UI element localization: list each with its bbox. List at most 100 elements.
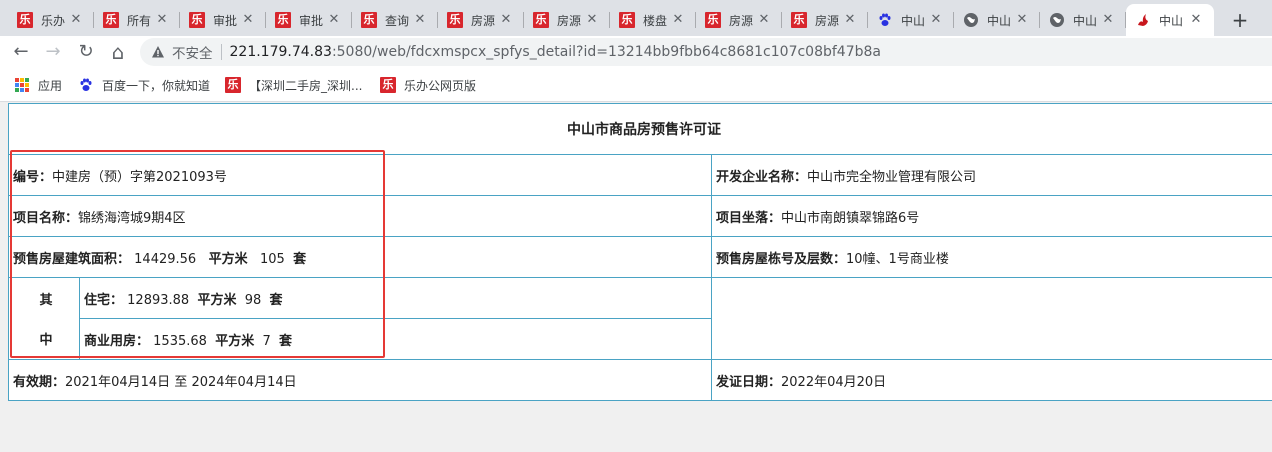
close-icon[interactable]: ✕ — [842, 12, 858, 28]
empty-cell-right — [711, 277, 1272, 319]
issue-date-value: 2022年04月20日 — [781, 374, 887, 390]
browser-tab[interactable]: 乐查询 ✕ — [352, 4, 438, 36]
close-icon[interactable]: ✕ — [1188, 12, 1204, 28]
validity-value: 2021年04月14日 至 2024年04月14日 — [65, 374, 297, 390]
browser-tab[interactable]: 中山 ✕ — [1040, 4, 1126, 36]
tab-title: 审批 — [299, 13, 324, 28]
buildings-cell: 预售房屋栋号及层数：10幢、1号商业楼 — [711, 236, 1272, 278]
browser-tab[interactable]: 乐房源 ✕ — [438, 4, 524, 36]
address-bar[interactable]: 不安全 221.179.74.83:5080/web/fdcxmspcx_spf… — [140, 38, 1272, 66]
tab-title: 查询 — [385, 13, 410, 28]
presale-area-label: 预售房屋建筑面积： — [13, 251, 131, 267]
close-icon[interactable]: ✕ — [1014, 12, 1030, 28]
close-icon[interactable]: ✕ — [928, 12, 944, 28]
close-icon[interactable]: ✕ — [240, 12, 256, 28]
project-name-label: 项目名称： — [13, 210, 79, 226]
residential-cell: 住宅： 12893.88 平方米 98 套 — [79, 277, 712, 319]
validity-label: 有效期： — [13, 374, 66, 390]
browser-tab[interactable]: 乐房源 ✕ — [782, 4, 868, 36]
browser-tab[interactable]: 乐乐办 ✕ — [8, 4, 94, 36]
bookmarks-bar: 应用 百度一下，你就知道 乐 【深圳二手房_深圳... 乐 乐办公网页版 — [0, 68, 1272, 102]
url-text[interactable]: 221.179.74.83:5080/web/fdcxmspcx_spfys_d… — [230, 44, 882, 60]
le-icon: 乐 — [103, 12, 119, 28]
commercial-unit: 平方米 — [215, 333, 255, 349]
browser-tab[interactable]: 乐所有 ✕ — [94, 4, 180, 36]
browser-tab[interactable]: 乐房源 ✕ — [696, 4, 782, 36]
browser-tab-strip: 乐乐办 ✕ 乐所有 ✕ 乐审批 ✕ 乐审批 ✕ 乐查询 ✕ 乐房源 ✕ 乐房源 ✕ 乐楼盘 ✕ 乐房源 ✕ 乐房源 ✕… — [0, 0, 1272, 36]
url-path: :5080/web/fdcxmspcx_spfys_detail?id=1321… — [331, 44, 881, 60]
bookmark-shenzhen[interactable]: 乐 【深圳二手房_深圳... — [225, 76, 362, 94]
developer-value: 中山市完全物业管理有限公司 — [807, 169, 977, 185]
back-button[interactable]: ← — [8, 39, 34, 65]
paw-icon — [78, 77, 94, 93]
residential-label: 住宅： — [84, 292, 124, 308]
browser-tab[interactable]: 中山 ✕ — [868, 4, 954, 36]
tab-title: 房源 — [815, 13, 840, 28]
reload-button[interactable]: ↻ — [73, 39, 99, 65]
browser-tab[interactable]: 乐楼盘 ✕ — [610, 4, 696, 36]
le-icon: 乐 — [17, 12, 33, 28]
tab-title: 房源 — [729, 13, 754, 28]
commercial-cell: 商业用房： 1535.68 平方米 7 套 — [79, 318, 712, 360]
empty-cell-right-2 — [711, 318, 1272, 360]
presale-count: 105 — [260, 251, 285, 267]
le-icon: 乐 — [380, 77, 396, 93]
browser-tab[interactable]: 乐审批 ✕ — [266, 4, 352, 36]
close-icon[interactable]: ✕ — [326, 12, 342, 28]
close-icon[interactable]: ✕ — [1100, 12, 1116, 28]
close-icon[interactable]: ✕ — [68, 12, 84, 28]
buildings-label: 预售房屋栋号及层数： — [716, 251, 847, 267]
tab-title: 房源 — [557, 13, 582, 28]
tab-title: 中山 — [901, 13, 926, 28]
commercial-area: 1535.68 — [153, 333, 207, 349]
home-button[interactable]: ⌂ — [105, 39, 131, 65]
issue-date-cell: 发证日期：2022年04月20日 — [711, 359, 1272, 401]
apps-icon — [15, 78, 29, 92]
forward-button[interactable]: → — [40, 39, 66, 65]
close-icon[interactable]: ✕ — [498, 12, 514, 28]
new-tab-button[interactable]: + — [1226, 7, 1254, 35]
tab-title: 乐办 — [41, 13, 66, 28]
browser-tab[interactable]: 中山 ✕ — [954, 4, 1040, 36]
presale-area-value: 14429.56 — [134, 251, 197, 267]
browser-tab[interactable]: 乐审批 ✕ — [180, 4, 266, 36]
bookmark-baidu[interactable]: 百度一下，你就知道 — [78, 76, 210, 94]
validity-cell: 有效期：2021年04月14日 至 2024年04月14日 — [8, 359, 712, 401]
commercial-label: 商业用房： — [84, 333, 150, 349]
permit-number-cell: 编号：中建房（预）字第2021093号 — [8, 154, 712, 196]
presale-area-cell: 预售房屋建筑面积： 14429.56 平方米 105 套 — [8, 236, 712, 278]
permit-number-value: 中建房（预）字第2021093号 — [52, 169, 227, 185]
tab-title: 审批 — [213, 13, 238, 28]
le-icon: 乐 — [225, 77, 241, 93]
project-name-cell: 项目名称：锦绣海湾城9期4区 — [8, 195, 712, 237]
browser-tab[interactable]: 乐房源 ✕ — [524, 4, 610, 36]
bookmark-apps[interactable]: 应用 — [15, 76, 62, 94]
page-content: 中山市商品房预售许可证 编号：中建房（预）字第2021093号 开发企业名称：中… — [0, 103, 1272, 452]
bookmark-label: 百度一下，你就知道 — [102, 78, 211, 93]
close-icon[interactable]: ✕ — [154, 12, 170, 28]
security-label[interactable]: 不安全 — [172, 42, 213, 62]
bookmark-label: 乐办公网页版 — [404, 78, 477, 93]
url-host: 221.179.74.83 — [229, 44, 332, 60]
tab-title: 房源 — [471, 13, 496, 28]
close-icon[interactable]: ✕ — [584, 12, 600, 28]
le-icon: 乐 — [275, 12, 291, 28]
tab-title: 中山 — [987, 13, 1012, 28]
close-icon[interactable]: ✕ — [412, 12, 428, 28]
paw-icon — [877, 12, 893, 28]
warning-icon[interactable] — [151, 45, 165, 59]
tab-title: 所有 — [127, 13, 152, 28]
le-icon: 乐 — [619, 12, 635, 28]
residential-area: 12893.88 — [127, 292, 190, 308]
location-value: 中山市南朗镇翠锦路6号 — [781, 210, 920, 226]
le-icon: 乐 — [189, 12, 205, 28]
presale-area-unit: 平方米 — [208, 251, 248, 267]
bookmark-lebangong[interactable]: 乐 乐办公网页版 — [380, 76, 476, 94]
residential-unit: 平方米 — [197, 292, 237, 308]
fire-icon — [1135, 12, 1151, 28]
close-icon[interactable]: ✕ — [756, 12, 772, 28]
browser-tab[interactable]: 中山 ✕ — [1126, 4, 1214, 36]
close-icon[interactable]: ✕ — [670, 12, 686, 28]
residential-count-unit: 套 — [269, 292, 283, 308]
permit-number-label: 编号： — [13, 169, 53, 185]
